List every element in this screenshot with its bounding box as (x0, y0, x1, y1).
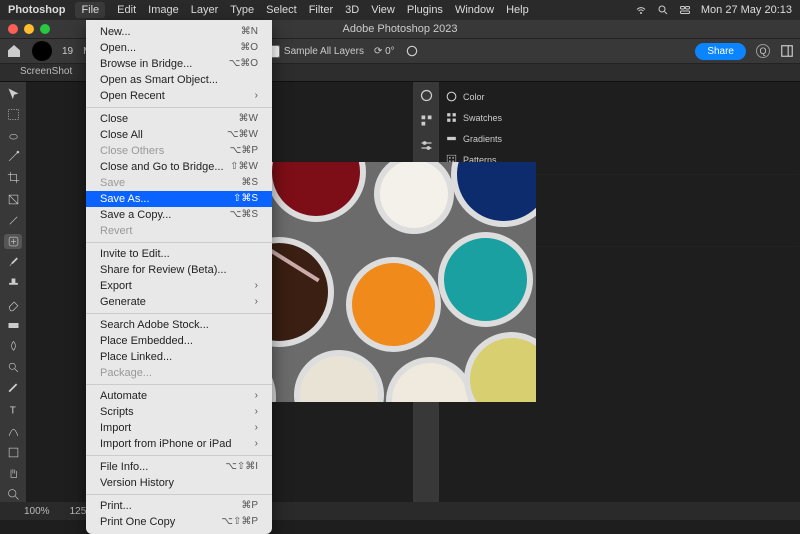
control-center-icon[interactable] (679, 4, 691, 16)
tool-lasso[interactable] (4, 128, 22, 143)
menuitem-print[interactable]: Print...⌘P (86, 498, 272, 514)
menuitem-open-as-smart-object[interactable]: Open as Smart Object... (86, 72, 272, 88)
adjust-icon[interactable] (419, 138, 434, 153)
tool-smudge[interactable] (4, 339, 22, 354)
menuitem-close-others: Close Others⌥⌘P (86, 143, 272, 159)
tool-zoom[interactable] (4, 487, 22, 502)
gradients-icon (445, 132, 458, 145)
menuitem-scripts[interactable]: Scripts› (86, 404, 272, 420)
tool-move[interactable] (4, 86, 22, 101)
menuitem-open[interactable]: Open...⌘O (86, 40, 272, 56)
menu-select[interactable]: Select (266, 4, 297, 16)
panel-swatches[interactable]: Swatches (441, 107, 798, 128)
angle-value[interactable]: ⟳ 0° (374, 46, 395, 57)
menu-help[interactable]: Help (506, 4, 529, 16)
menu-filter[interactable]: Filter (309, 4, 333, 16)
svg-text:T: T (9, 406, 15, 417)
color-icon (445, 90, 458, 103)
close-window-icon[interactable] (8, 24, 18, 34)
menuitem-save: Save⌘S (86, 175, 272, 191)
menu-window[interactable]: Window (455, 4, 494, 16)
sample-all-layers-checkbox[interactable]: Sample All Layers (267, 45, 364, 58)
menu-layer[interactable]: Layer (191, 4, 219, 16)
color-icon[interactable] (419, 88, 434, 103)
menuitem-close-all[interactable]: Close All⌥⌘W (86, 127, 272, 143)
app-name: Photoshop (8, 4, 65, 16)
brush-preview[interactable] (32, 41, 52, 61)
brush-size[interactable]: 19 (62, 46, 73, 57)
tool-dodge[interactable] (4, 360, 22, 375)
menuitem-import-from-iphone-or-ipad[interactable]: Import from iPhone or iPad› (86, 436, 272, 452)
tool-brush[interactable] (4, 255, 22, 270)
swatches-icon[interactable] (419, 113, 434, 128)
tool-heal[interactable] (4, 234, 22, 249)
menu-type[interactable]: Type (230, 4, 254, 16)
panel-color[interactable]: Color (441, 86, 798, 107)
menuitem-automate[interactable]: Automate› (86, 388, 272, 404)
menuitem-place-linked[interactable]: Place Linked... (86, 349, 272, 365)
window-traffic-lights[interactable] (8, 24, 50, 34)
menuitem-file-info[interactable]: File Info...⌥⇧⌘I (86, 459, 272, 475)
tool-text[interactable]: T (4, 402, 22, 417)
workspace-icon[interactable] (780, 44, 794, 58)
tool-eyedrop[interactable] (4, 213, 22, 228)
file-menu-dropdown[interactable]: New...⌘NOpen...⌘OBrowse in Bridge...⌥⌘OO… (86, 20, 272, 534)
menuitem-import[interactable]: Import› (86, 420, 272, 436)
macos-menubar: Photoshop File Edit Image Layer Type Select Fi… (0, 0, 800, 20)
tools-panel: T (0, 82, 26, 502)
menuitem-version-history[interactable]: Version History (86, 475, 272, 491)
menuitem-print-one-copy[interactable]: Print One Copy⌥⇧⌘P (86, 514, 272, 530)
menu-3d[interactable]: 3D (345, 4, 359, 16)
menu-edit[interactable]: Edit (117, 4, 136, 16)
tool-crop[interactable] (4, 170, 22, 185)
wifi-icon (635, 4, 647, 16)
menuitem-browse-in-bridge[interactable]: Browse in Bridge...⌥⌘O (86, 56, 272, 72)
tool-marquee[interactable] (4, 107, 22, 122)
zoom-level[interactable]: 100% (24, 506, 50, 517)
menuitem-package: Package... (86, 365, 272, 381)
menuitem-save-as[interactable]: Save As...⇧⌘S (86, 191, 272, 207)
menuitem-open-recent[interactable]: Open Recent› (86, 88, 272, 104)
menuitem-generate[interactable]: Generate› (86, 294, 272, 310)
panel-gradients[interactable]: Gradients (441, 128, 798, 149)
menu-file[interactable]: File (75, 2, 105, 18)
menuitem-place-embedded[interactable]: Place Embedded... (86, 333, 272, 349)
tool-hand[interactable] (4, 466, 22, 481)
menuitem-share-for-review-beta[interactable]: Share for Review (Beta)... (86, 262, 272, 278)
tool-frame[interactable] (4, 191, 22, 206)
zoom-window-icon[interactable] (40, 24, 50, 34)
pressure-icon[interactable] (405, 44, 419, 58)
search-help-icon[interactable]: Q (756, 44, 770, 58)
menuitem-close[interactable]: Close⌘W (86, 111, 272, 127)
tool-gradient[interactable] (4, 318, 22, 333)
minimize-window-icon[interactable] (24, 24, 34, 34)
menuitem-export[interactable]: Export› (86, 278, 272, 294)
menuitem-close-and-go-to-bridge[interactable]: Close and Go to Bridge...⇧⌘W (86, 159, 272, 175)
menuitem-search-adobe-stock[interactable]: Search Adobe Stock... (86, 317, 272, 333)
tool-wand[interactable] (4, 149, 22, 164)
menu-image[interactable]: Image (148, 4, 179, 16)
menu-plugins[interactable]: Plugins (407, 4, 443, 16)
menuitem-revert: Revert (86, 223, 272, 239)
share-button[interactable]: Share (695, 43, 746, 60)
menubar-clock: Mon 27 May 20:13 (701, 4, 792, 16)
tool-shape[interactable] (4, 445, 22, 460)
home-icon[interactable] (6, 43, 22, 59)
tool-stamp[interactable] (4, 276, 22, 291)
menuitem-save-a-copy[interactable]: Save a Copy...⌥⌘S (86, 207, 272, 223)
menu-view[interactable]: View (371, 4, 395, 16)
tool-eraser[interactable] (4, 297, 22, 312)
swatches-icon (445, 111, 458, 124)
search-icon[interactable] (657, 4, 669, 16)
menuitem-new[interactable]: New...⌘N (86, 24, 272, 40)
tool-pen[interactable] (4, 381, 22, 396)
tool-path[interactable] (4, 424, 22, 439)
menuitem-invite-to-edit[interactable]: Invite to Edit... (86, 246, 272, 262)
